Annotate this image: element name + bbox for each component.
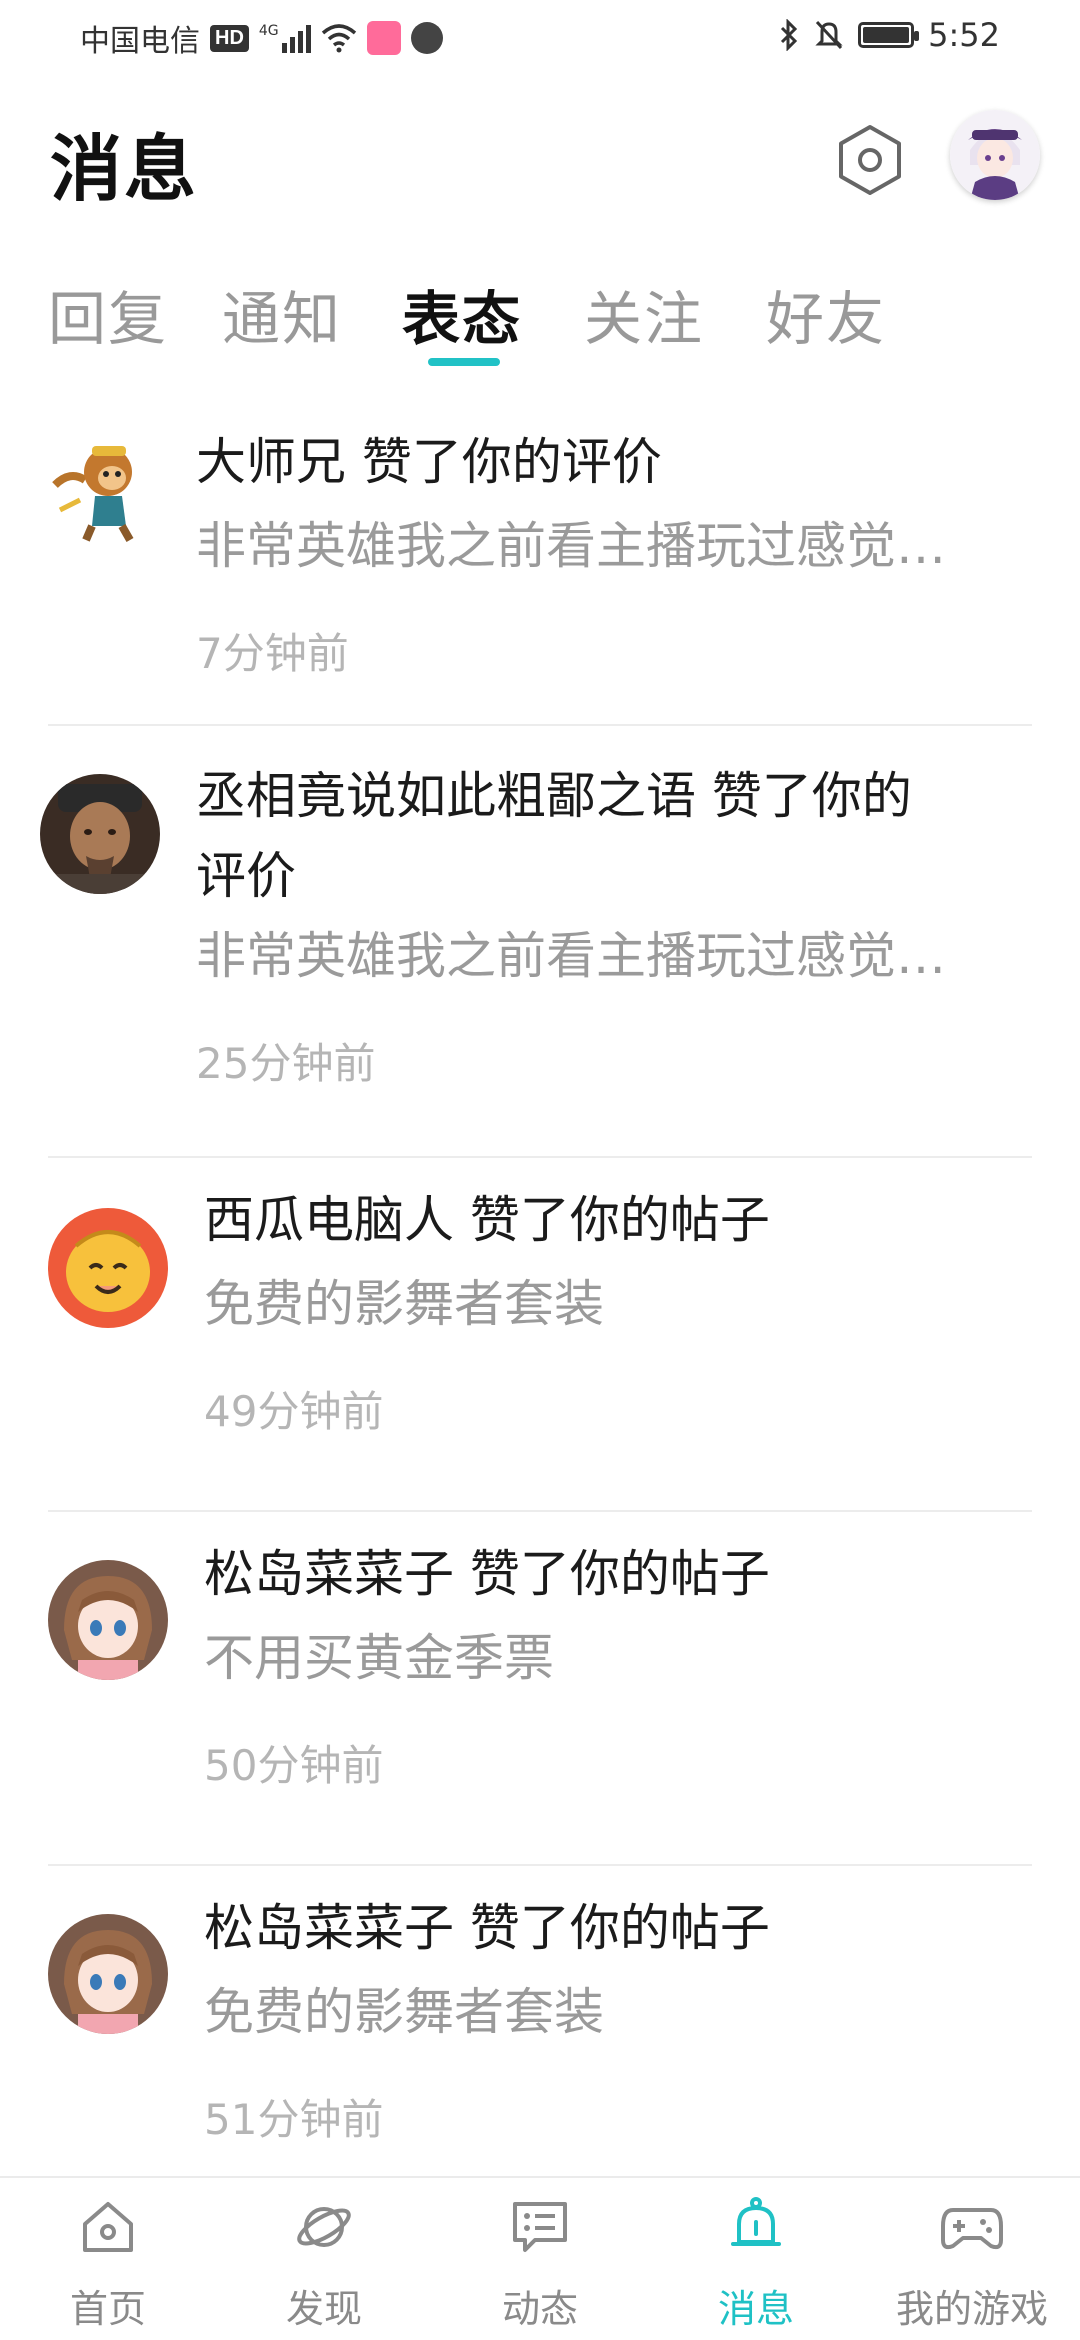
- message-time: 25分钟前: [196, 1039, 376, 1088]
- home-icon: [73, 2192, 143, 2262]
- tab-replies[interactable]: 回复: [48, 272, 168, 356]
- signal-icon: 4G: [259, 23, 311, 53]
- divider: [48, 1510, 1032, 1512]
- cartoon-face-avatar[interactable]: [48, 1208, 168, 1328]
- tab-notifications[interactable]: 通知: [222, 272, 342, 356]
- profile-avatar[interactable]: [950, 110, 1040, 200]
- message-title-line2: 评价: [196, 847, 296, 905]
- nav-my-games-label: 我的游戏: [895, 2287, 1048, 2331]
- planet-icon: [289, 2192, 359, 2262]
- status-bar: 中国电信 HD 4G 5:52: [0, 0, 1080, 72]
- carrier-label: 中国电信: [80, 24, 200, 59]
- message-body: 不用买黄金季票: [204, 1629, 554, 1687]
- status-time: 5:52: [928, 16, 1000, 54]
- divider: [48, 1156, 1032, 1158]
- status-right: 5:52: [778, 16, 1000, 54]
- bottom-nav: 首页 发现 动态 消息 我的游戏: [0, 2176, 1080, 2340]
- message-body: 非常英雄我之前看主播玩过感觉…: [196, 927, 946, 985]
- battery-icon: [858, 22, 920, 48]
- nav-home-label: 首页: [69, 2287, 146, 2331]
- app-notification-icon: [410, 22, 443, 54]
- message-title: 松岛菜菜子 赞了你的帖子: [204, 1899, 770, 1957]
- network-type-label: 4G: [258, 23, 279, 39]
- tab-reactions[interactable]: 表态: [402, 272, 522, 356]
- tab-bar: 回复 通知 表态 关注 好友: [0, 262, 1080, 382]
- message-title: 西瓜电脑人 赞了你的帖子: [204, 1191, 770, 1249]
- message-time: 50分钟前: [204, 1741, 384, 1790]
- message-title: 松岛菜菜子 赞了你的帖子: [204, 1545, 770, 1603]
- wifi-icon: [321, 24, 356, 53]
- settings-hexagon-icon: [839, 125, 901, 195]
- active-tab-indicator: [428, 358, 500, 366]
- settings-button[interactable]: [830, 120, 910, 200]
- message-body: 非常英雄我之前看主播玩过感觉…: [196, 517, 946, 575]
- page-title: 消息: [50, 127, 199, 211]
- nav-feed[interactable]: 动态: [440, 2192, 640, 2340]
- bilibili-app-icon: [366, 21, 401, 55]
- message-time: 7分钟前: [196, 629, 349, 678]
- anime-girl-avatar[interactable]: [48, 1560, 168, 1680]
- profile-avatar-image: [950, 110, 1040, 200]
- hd-badge: HD: [210, 24, 249, 52]
- nav-my-games[interactable]: 我的游戏: [872, 2192, 1072, 2340]
- message-time: 51分钟前: [204, 2095, 384, 2144]
- monkey-king-avatar[interactable]: [40, 430, 160, 550]
- header: 消息: [0, 100, 1080, 220]
- nav-messages[interactable]: 消息: [656, 2192, 856, 2340]
- bluetooth-icon: [781, 19, 798, 51]
- message-body: 免费的影舞者套装: [204, 1983, 604, 2041]
- message-title: 大师兄 赞了你的评价: [196, 433, 662, 491]
- chat-icon: [505, 2192, 575, 2262]
- nav-home[interactable]: 首页: [8, 2192, 208, 2340]
- divider: [48, 1864, 1032, 1866]
- nav-messages-label: 消息: [717, 2287, 794, 2331]
- gamepad-icon: [937, 2192, 1007, 2262]
- mute-bell-icon: [815, 20, 843, 50]
- anime-girl-avatar[interactable]: [48, 1914, 168, 2034]
- divider: [48, 724, 1032, 726]
- nav-feed-label: 动态: [501, 2287, 578, 2331]
- message-title-line1: 丞相竟说如此粗鄙之语 赞了你的: [196, 767, 912, 825]
- tab-follows[interactable]: 关注: [584, 272, 704, 356]
- nav-discover[interactable]: 发现: [224, 2192, 424, 2340]
- message-body: 免费的影舞者套装: [204, 1275, 604, 1333]
- tab-friends[interactable]: 好友: [766, 272, 886, 356]
- nav-discover-label: 发现: [285, 2287, 362, 2331]
- man-avatar[interactable]: [40, 774, 160, 894]
- bell-icon: [721, 2192, 791, 2262]
- message-time: 49分钟前: [204, 1387, 384, 1436]
- message-title: 丞相竟说如此粗鄙之语 赞了你的 评价: [196, 756, 1076, 916]
- status-left: 中国电信 HD 4G: [80, 16, 443, 60]
